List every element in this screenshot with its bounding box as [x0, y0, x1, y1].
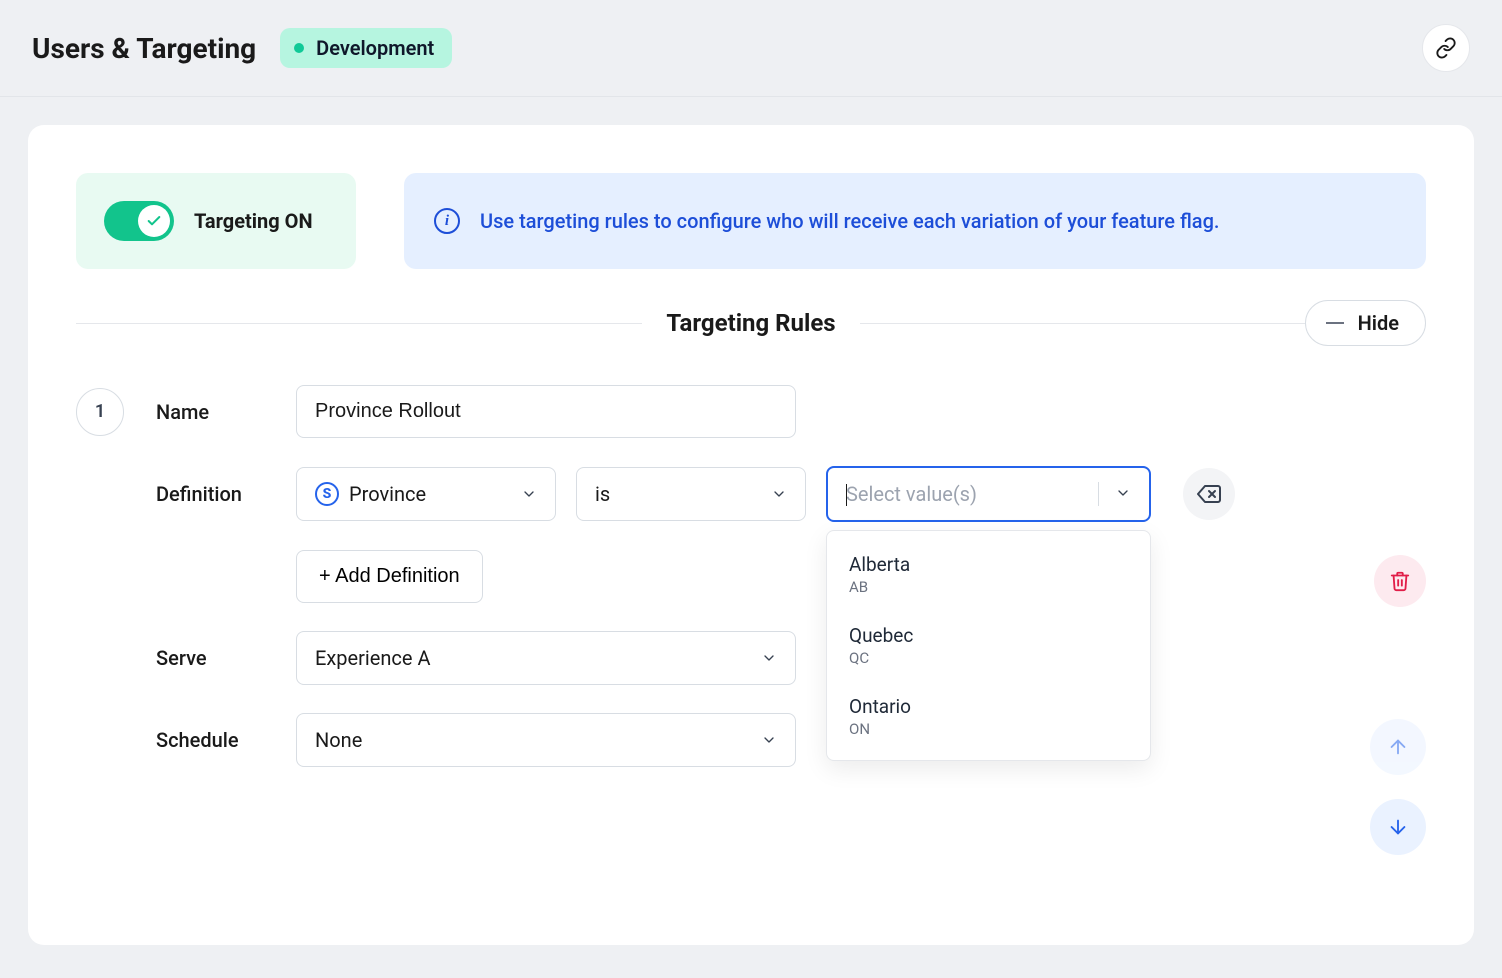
- definition-row: Definition S Province is Select value(s): [156, 466, 1426, 522]
- info-text: Use targeting rules to configure who wil…: [480, 209, 1219, 233]
- value-select[interactable]: Select value(s): [826, 466, 1151, 522]
- info-banner: i Use targeting rules to configure who w…: [404, 173, 1426, 269]
- add-definition-row: + Add Definition: [156, 550, 1426, 603]
- serve-row: Serve Experience A: [156, 631, 1426, 685]
- value-option-label: Alberta: [849, 553, 1128, 576]
- copy-link-button[interactable]: [1422, 24, 1470, 72]
- section-header: Targeting Rules Hide: [76, 309, 1426, 337]
- delete-rule-button[interactable]: [1374, 555, 1426, 607]
- reorder-buttons: [1370, 719, 1426, 855]
- operator-value: is: [595, 482, 610, 506]
- string-type-icon: S: [315, 482, 339, 506]
- value-option[interactable]: Quebec QC: [827, 610, 1150, 681]
- value-option-code: QC: [849, 649, 1128, 667]
- minus-icon: [1326, 322, 1344, 324]
- trash-icon: [1389, 570, 1411, 592]
- value-option-code: AB: [849, 578, 1128, 596]
- value-option-code: ON: [849, 720, 1128, 738]
- arrow-up-icon: [1387, 736, 1409, 758]
- chevron-down-icon: [761, 732, 777, 748]
- chevron-down-icon: [761, 650, 777, 666]
- link-icon: [1435, 37, 1457, 59]
- schedule-row: Schedule None: [156, 713, 1426, 767]
- rule-name-input[interactable]: [296, 385, 796, 438]
- targeting-toggle-box: Targeting ON: [76, 173, 356, 269]
- operator-select[interactable]: is: [576, 467, 806, 521]
- definition-label: Definition: [156, 482, 296, 506]
- schedule-label: Schedule: [156, 728, 296, 752]
- value-option-label: Quebec: [849, 624, 1128, 647]
- hide-label: Hide: [1358, 311, 1399, 335]
- serve-label: Serve: [156, 646, 296, 670]
- backspace-icon: [1197, 482, 1221, 506]
- page-title: Users & Targeting: [32, 32, 256, 65]
- hide-button[interactable]: Hide: [1305, 300, 1426, 346]
- schedule-select[interactable]: None: [296, 713, 796, 767]
- section-title: Targeting Rules: [642, 309, 859, 337]
- value-dropdown: Alberta AB Quebec QC Ontario ON: [826, 530, 1151, 761]
- toggle-knob: [138, 205, 170, 237]
- move-down-button[interactable]: [1370, 799, 1426, 855]
- rule-name-row: 1 Name: [76, 385, 1426, 438]
- move-up-button[interactable]: [1370, 719, 1426, 775]
- status-dot-icon: [294, 43, 304, 53]
- name-label: Name: [156, 400, 296, 424]
- main-card: Targeting ON i Use targeting rules to co…: [28, 125, 1474, 945]
- check-icon: [146, 213, 162, 229]
- chevron-down-icon: [771, 486, 787, 502]
- environment-badge: Development: [280, 28, 452, 68]
- add-definition-button[interactable]: + Add Definition: [296, 550, 483, 603]
- arrow-down-icon: [1387, 816, 1409, 838]
- targeting-toggle[interactable]: [104, 201, 174, 241]
- info-icon: i: [434, 208, 460, 234]
- clear-definition-button[interactable]: [1183, 468, 1235, 520]
- environment-label: Development: [316, 36, 434, 60]
- top-row: Targeting ON i Use targeting rules to co…: [76, 173, 1426, 269]
- chevron-down-icon: [521, 486, 537, 502]
- schedule-value: None: [315, 728, 362, 752]
- chevron-down-icon: [1115, 485, 1131, 501]
- targeting-toggle-label: Targeting ON: [194, 209, 313, 233]
- rule-number-badge: 1: [76, 388, 124, 436]
- property-value: Province: [349, 482, 426, 506]
- value-placeholder: Select value(s): [846, 482, 977, 506]
- page-header: Users & Targeting Development: [0, 0, 1502, 97]
- serve-value: Experience A: [315, 646, 431, 670]
- value-option[interactable]: Ontario ON: [827, 681, 1150, 752]
- value-option[interactable]: Alberta AB: [827, 539, 1150, 610]
- serve-select[interactable]: Experience A: [296, 631, 796, 685]
- value-option-label: Ontario: [849, 695, 1128, 718]
- property-select[interactable]: S Province: [296, 467, 556, 521]
